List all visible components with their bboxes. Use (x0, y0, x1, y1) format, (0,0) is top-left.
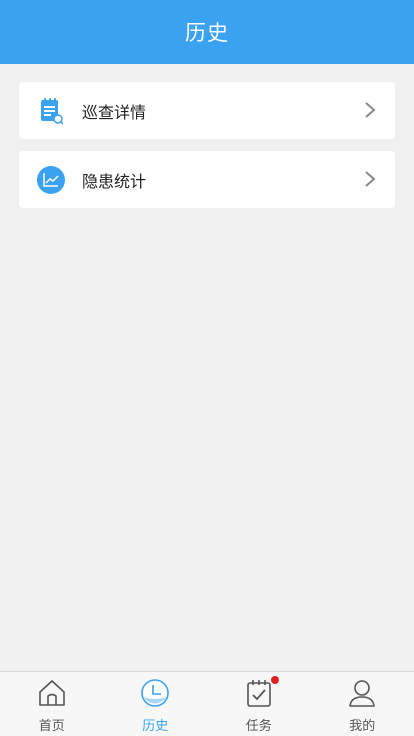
page-title: 历史 (185, 21, 229, 45)
menu-item-label: 巡查详情 (82, 102, 147, 122)
header-bar: 历史 (0, 0, 414, 64)
menu-item-label: 隐患统计 (82, 171, 147, 191)
tab-label: 任务 (245, 719, 272, 734)
tab-home[interactable]: 首页 (0, 672, 104, 736)
clipboard-search-icon (37, 97, 65, 125)
tab-label: 首页 (38, 719, 65, 734)
tab-label: 我的 (349, 719, 376, 734)
bottom-tab-bar: 首页 历史 任务 我的 (0, 671, 414, 736)
task-calendar-icon (244, 676, 279, 708)
tab-profile[interactable]: 我的 (311, 672, 414, 736)
tab-tasks[interactable]: 任务 (207, 672, 311, 736)
user-icon (347, 678, 377, 708)
chevron-right-icon (363, 169, 377, 189)
tab-history[interactable]: 历史 (104, 672, 208, 736)
menu-item-inspection-details[interactable]: 巡查详情 (19, 82, 395, 139)
chevron-right-icon (363, 100, 377, 120)
menu-item-hazard-statistics[interactable]: 隐患统计 (19, 151, 395, 208)
notification-badge (270, 676, 279, 684)
tab-label: 历史 (142, 719, 169, 734)
app-root: 历史 巡查详情 隐患统计 首页 历史 任务 我的 (0, 0, 414, 736)
line-chart-icon (37, 165, 65, 194)
home-icon (37, 678, 67, 708)
clock-icon (140, 678, 170, 708)
